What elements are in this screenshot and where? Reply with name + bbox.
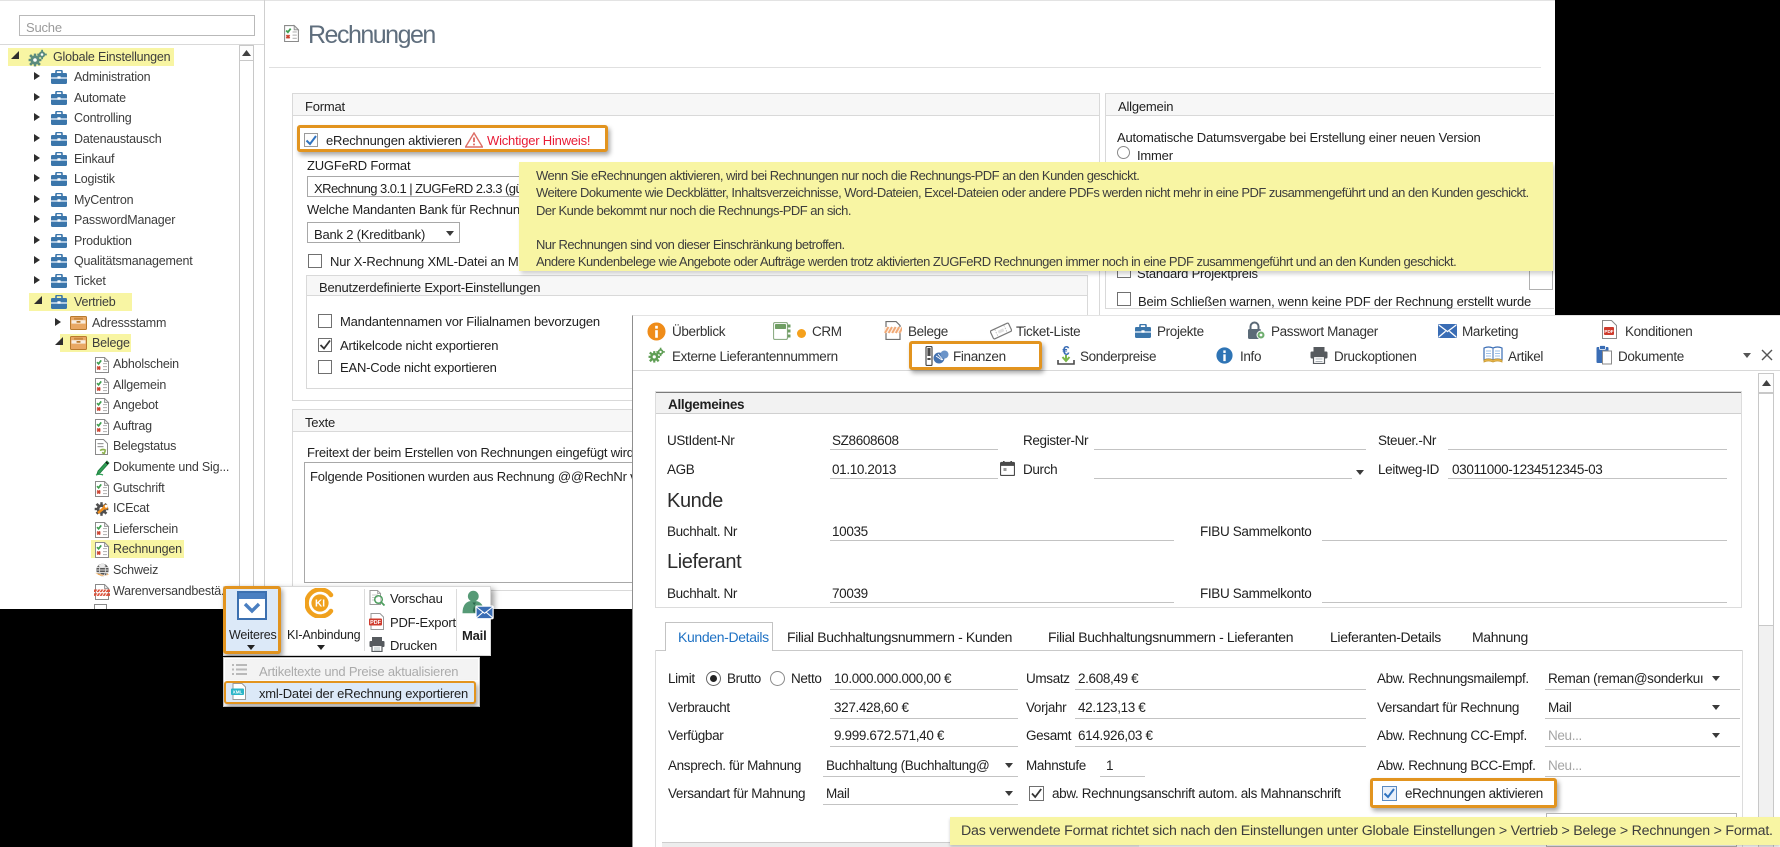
svg-text:PDF: PDF (370, 620, 381, 626)
svg-text:PDF: PDF (1604, 329, 1613, 334)
svg-text:KI: KI (315, 599, 325, 610)
svg-text:XML: XML (233, 690, 243, 695)
